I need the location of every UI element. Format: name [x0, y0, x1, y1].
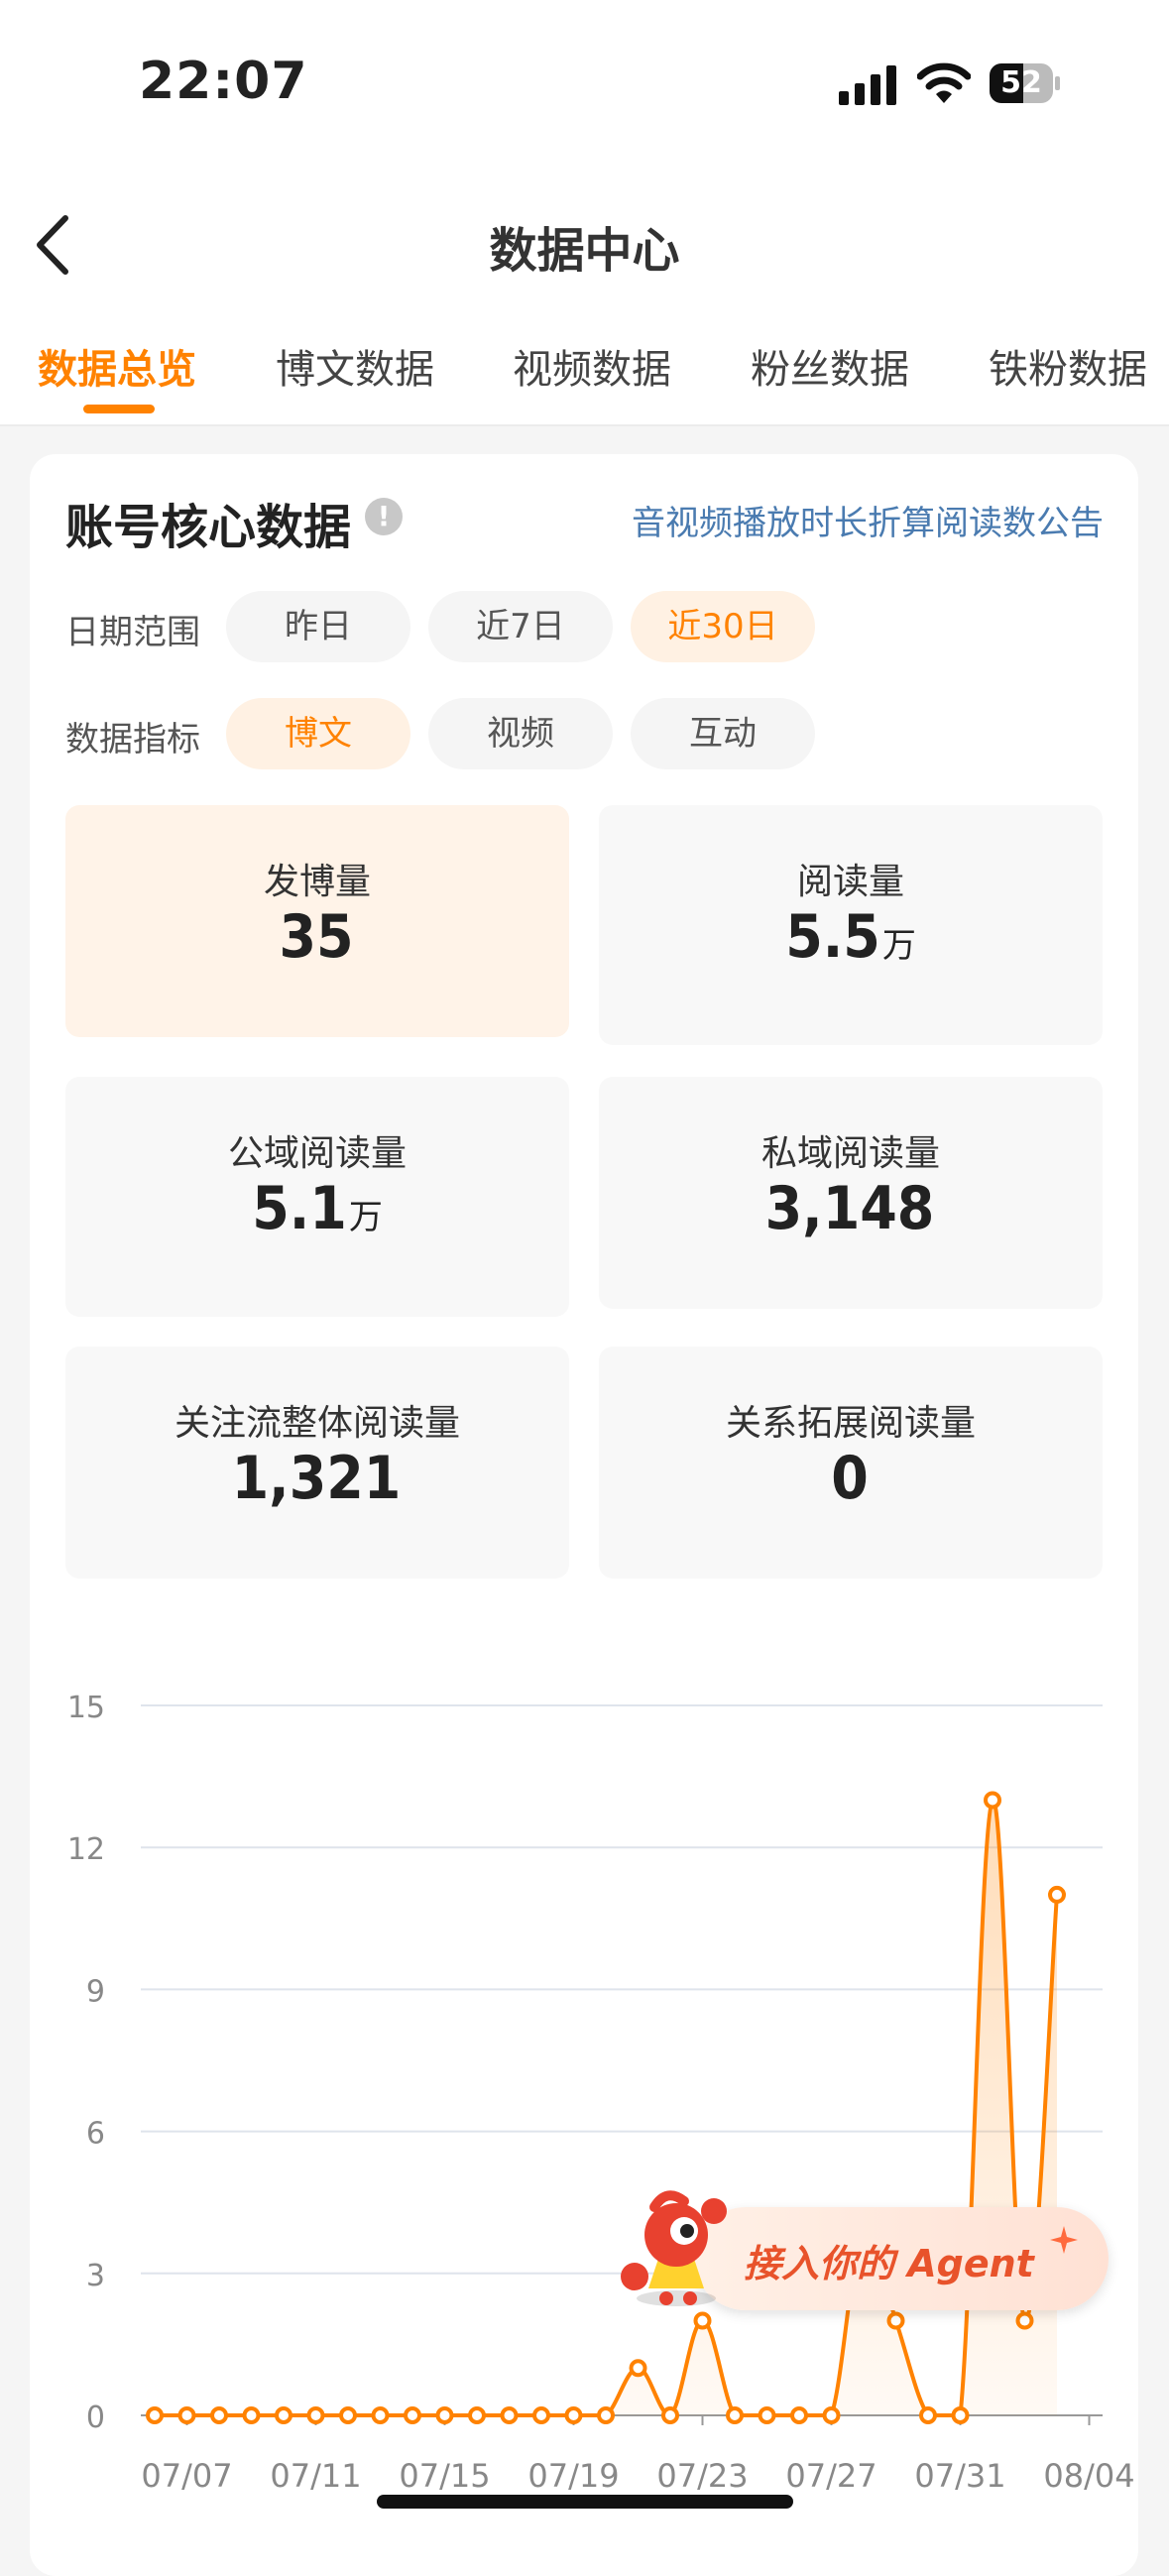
data-point — [822, 2406, 841, 2424]
data-point — [597, 2406, 615, 2424]
trend-line-chart: 0 3 6 9 12 15 07/07 07/11 07/15 07/19 07/23 07/27 07… — [67, 1691, 1135, 2495]
data-point — [371, 2406, 390, 2424]
wifi-icon — [917, 62, 971, 103]
x-tick-label: 07/31 — [914, 2457, 1005, 2495]
tab-indicator — [83, 405, 155, 413]
tab-videos[interactable]: 视频数据 — [513, 337, 671, 395]
metric-value: 1,321 — [231, 1444, 402, 1513]
y-tick-label: 9 — [86, 1974, 105, 2009]
x-tick-label: 07/11 — [270, 2457, 361, 2495]
agent-button-label: 接入你的 Agent — [744, 2242, 1034, 2285]
data-point — [1048, 1885, 1066, 1904]
data-point — [210, 2406, 228, 2424]
data-point — [984, 1791, 1001, 1810]
tab-overview[interactable]: 数据总览 — [38, 337, 196, 395]
tab-fans[interactable]: 粉丝数据 — [751, 337, 909, 395]
section-title: 账号核心数据 — [65, 500, 352, 555]
metric-unit: 万 — [348, 1198, 383, 1237]
sparkle-icon — [1050, 2226, 1078, 2254]
data-point — [693, 2311, 712, 2330]
metric-type-label: 数据指标 — [65, 720, 200, 760]
tab-iron-fans[interactable]: 铁粉数据 — [989, 337, 1147, 395]
data-point — [146, 2406, 164, 2424]
series-line — [154, 1798, 1059, 2418]
data-point — [177, 2406, 196, 2424]
date-filter-yesterday[interactable]: 昨日 — [226, 591, 410, 662]
metric-card-follow-feed-reads[interactable]: 关注流整体阅读量 1,321 — [65, 1347, 569, 1579]
home-indicator — [377, 2495, 793, 2509]
data-point — [1015, 2311, 1034, 2330]
metric-card-posts[interactable]: 发博量 35 — [65, 805, 569, 1037]
metric-label: 关注流整体阅读量 — [174, 1403, 460, 1444]
metric-label: 公域阅读量 — [227, 1133, 407, 1174]
battery-level: 52 — [1000, 65, 1042, 100]
metric-filter-interactions[interactable]: 互动 — [631, 698, 815, 769]
metric-value: 0 — [831, 1444, 869, 1513]
data-point — [242, 2406, 261, 2424]
metric-card-public-reads[interactable]: 公域阅读量 5.1万 — [65, 1077, 569, 1317]
data-point — [435, 2406, 454, 2424]
metric-value: 3,148 — [764, 1174, 935, 1243]
status-bar: 22:07 52 — [0, 0, 1169, 169]
agent-button[interactable]: 接入你的 Agent — [615, 2181, 1111, 2310]
data-point — [790, 2406, 808, 2424]
y-tick-label: 3 — [86, 2259, 105, 2293]
data-point — [532, 2406, 550, 2424]
metric-filter-videos[interactable]: 视频 — [428, 698, 613, 769]
series-area — [155, 1800, 1057, 2415]
metric-label: 关系拓展阅读量 — [725, 1403, 976, 1444]
x-tick-label: 07/19 — [527, 2457, 619, 2495]
x-tick-label: 07/15 — [399, 2457, 490, 2495]
notice-link[interactable]: 音视频播放时长折算阅读数公告 — [632, 496, 1104, 544]
y-tick-label: 12 — [67, 1832, 105, 1867]
metric-filter-posts[interactable]: 博文 — [226, 698, 410, 769]
metric-card-reads[interactable]: 阅读量 5.5万 — [599, 805, 1103, 1045]
date-filter-30days[interactable]: 近30日 — [631, 591, 815, 662]
metric-card-relation-reads[interactable]: 关系拓展阅读量 0 — [599, 1347, 1103, 1579]
x-tick-label: 08/04 — [1043, 2457, 1134, 2495]
cellular-signal-icon — [839, 65, 896, 105]
metric-label: 阅读量 — [796, 862, 904, 902]
x-tick-label: 07/27 — [785, 2457, 877, 2495]
metric-card-private-reads[interactable]: 私域阅读量 3,148 — [599, 1077, 1103, 1309]
data-point — [919, 2406, 937, 2424]
metric-label: 私域阅读量 — [760, 1133, 940, 1174]
y-tick-label: 0 — [86, 2400, 105, 2435]
data-point — [404, 2406, 421, 2424]
metric-label: 发博量 — [263, 862, 371, 902]
x-tick-label: 07/23 — [656, 2457, 748, 2495]
tab-posts[interactable]: 博文数据 — [276, 337, 434, 395]
battery-icon: 52 — [990, 63, 1061, 103]
date-filter-7days[interactable]: 近7日 — [428, 591, 613, 662]
data-point — [886, 2311, 905, 2330]
data-point — [951, 2406, 970, 2424]
data-point — [629, 2359, 647, 2378]
status-time: 22:07 — [139, 52, 308, 111]
metric-value: 5.1 — [252, 1174, 347, 1243]
data-point — [500, 2406, 519, 2424]
data-point — [468, 2406, 486, 2424]
metric-value: 5.5 — [785, 902, 880, 972]
tab-bar: 数据总览 博文数据 视频数据 粉丝数据 铁粉数据 — [0, 307, 1169, 426]
metric-unit: 万 — [881, 926, 916, 966]
date-range-label: 日期范围 — [65, 613, 200, 652]
data-point — [726, 2406, 744, 2424]
data-point — [758, 2406, 776, 2424]
data-point — [564, 2406, 583, 2424]
metric-value: 35 — [279, 902, 354, 972]
y-tick-label: 15 — [67, 1691, 105, 1725]
data-point — [339, 2406, 357, 2424]
data-point — [661, 2406, 679, 2424]
mascot-icon — [621, 2190, 727, 2306]
y-tick-label: 6 — [86, 2117, 105, 2152]
x-tick-label: 07/07 — [141, 2457, 232, 2495]
data-point — [275, 2406, 292, 2424]
info-icon[interactable]: ! — [365, 498, 403, 535]
data-point — [306, 2406, 325, 2424]
page-title: 数据中心 — [489, 223, 680, 279]
